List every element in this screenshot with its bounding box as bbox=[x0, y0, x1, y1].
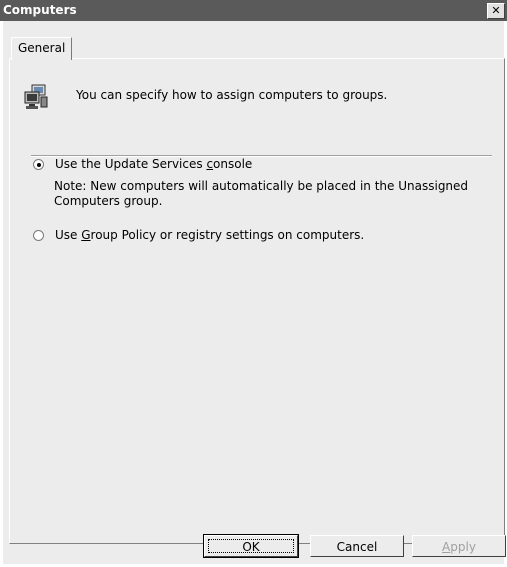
computers-icon bbox=[24, 84, 48, 109]
console-label: Use the Update Services console bbox=[55, 157, 253, 171]
tab-panel bbox=[9, 58, 505, 544]
close-button[interactable]: ✕ bbox=[487, 3, 505, 19]
note-text: Note: New computers will automatically b… bbox=[54, 179, 469, 208]
option-console-row[interactable]: Use the Update Services console bbox=[33, 157, 252, 171]
cancel-label: Cancel bbox=[336, 540, 378, 554]
group-policy-label: Use Group Policy or registry settings on… bbox=[55, 228, 365, 242]
focus-rect bbox=[208, 539, 294, 553]
apply-label: Apply bbox=[442, 540, 476, 554]
info-text: You can specify how to assign computers … bbox=[76, 88, 388, 102]
console-radio[interactable] bbox=[33, 158, 44, 170]
option-group-policy-row[interactable]: Use Group Policy or registry settings on… bbox=[33, 228, 364, 242]
apply-button[interactable]: Apply bbox=[412, 535, 506, 557]
computers-dialog: Computers ✕ General You can specify how … bbox=[0, 0, 507, 567]
dialog-body: General You can specify how to assign co… bbox=[3, 21, 505, 564]
tab-general[interactable]: General bbox=[11, 37, 73, 60]
ok-button[interactable]: OK bbox=[203, 534, 299, 558]
group-policy-radio[interactable] bbox=[33, 229, 44, 241]
title-bar[interactable]: Computers ✕ bbox=[0, 0, 507, 21]
close-icon: ✕ bbox=[491, 4, 501, 17]
cancel-button[interactable]: Cancel bbox=[310, 535, 404, 557]
window-title: Computers bbox=[3, 3, 77, 17]
